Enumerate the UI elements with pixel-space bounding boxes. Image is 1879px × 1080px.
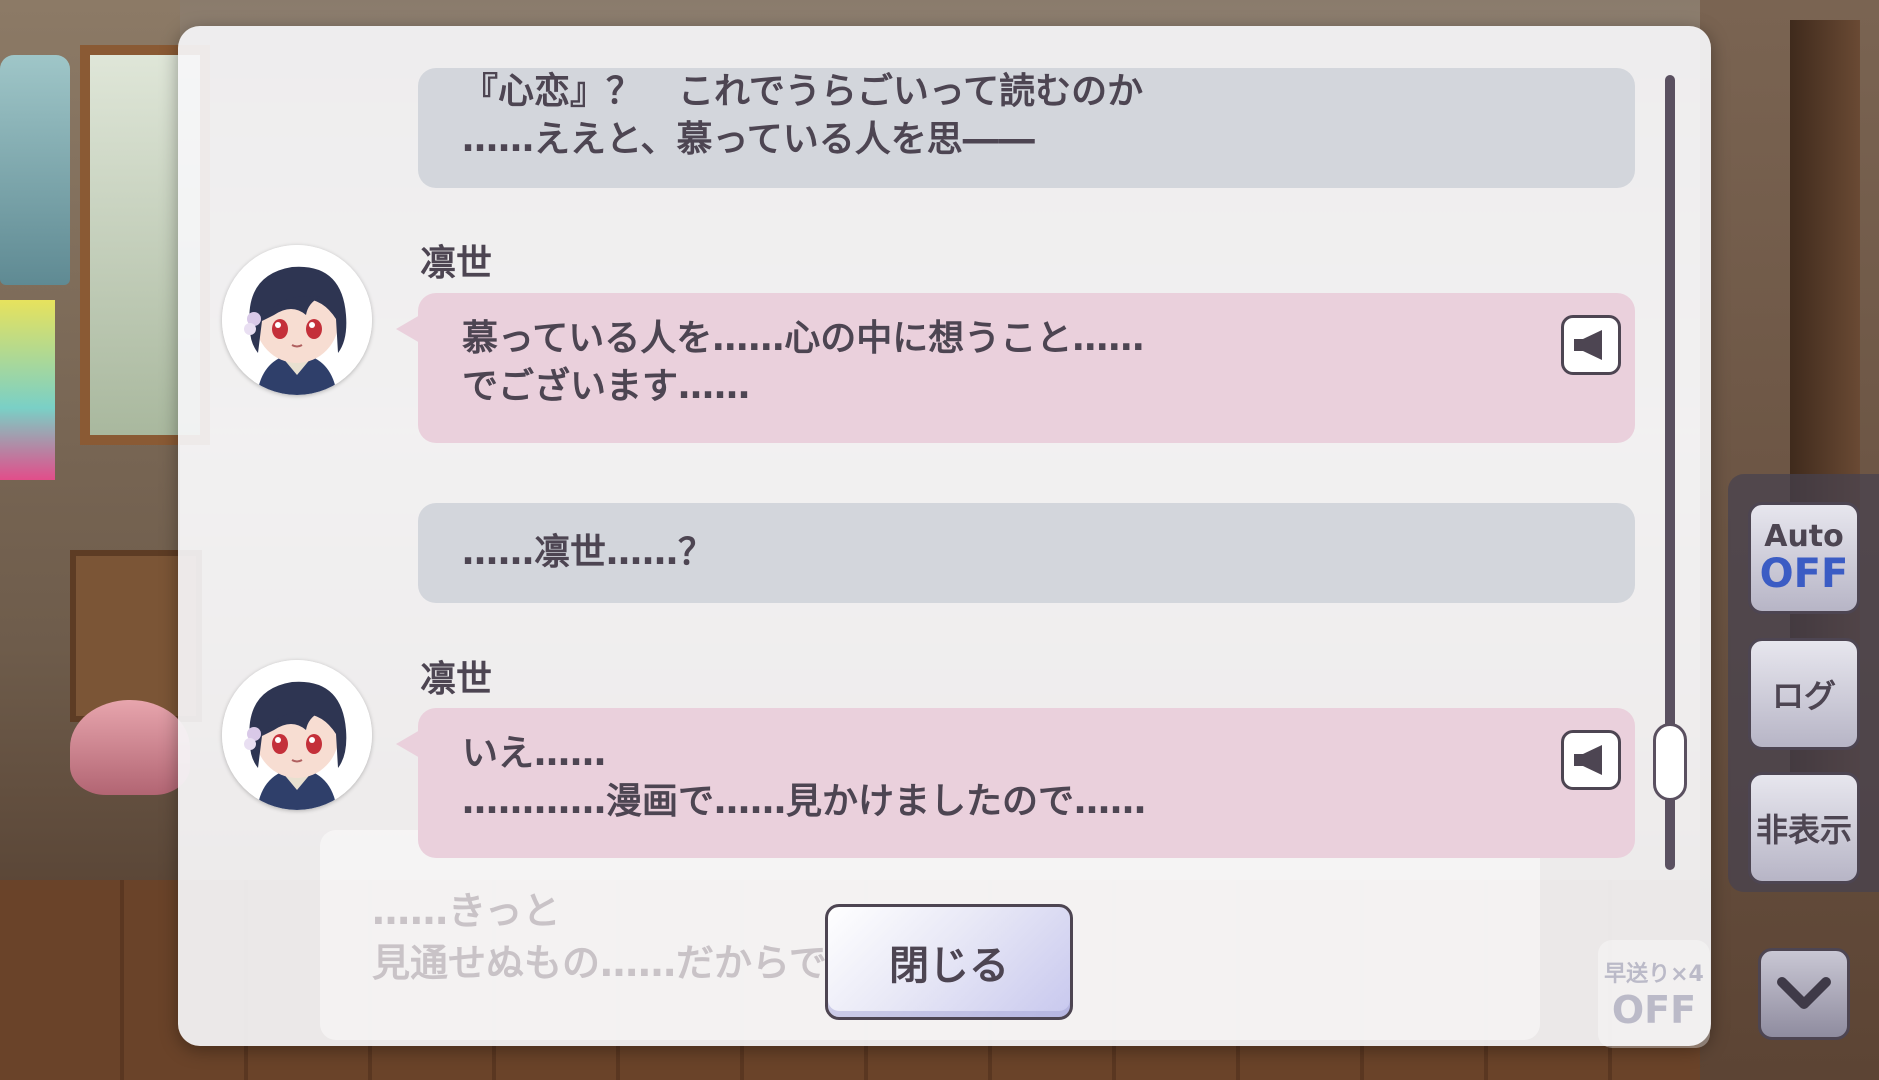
- close-button[interactable]: 閉じる: [825, 904, 1073, 1020]
- dialogue-text-line: でございます……: [462, 366, 751, 407]
- voice-replay-button[interactable]: [1561, 315, 1621, 375]
- narration-text-line: ……ええと、慕っている人を思――: [462, 119, 1035, 160]
- character-avatar: [222, 245, 372, 395]
- log-entry-narration: ……凛世……？: [418, 503, 1635, 603]
- character-avatar: [222, 660, 372, 810]
- log-button-label: ログ: [1771, 677, 1836, 715]
- auto-state: OFF: [1759, 551, 1849, 597]
- log-entry-dialogue: 慕っている人を……心の中に想うこと…… でございます……: [396, 293, 1635, 443]
- speaker-name: 凛世: [420, 243, 493, 284]
- speaker-icon: [1574, 330, 1602, 360]
- chevron-down-icon: [1777, 977, 1831, 1009]
- fast-forward-state: OFF: [1611, 988, 1697, 1032]
- dialogue-text-line: 慕っている人を……心の中に想うこと……: [462, 318, 1145, 359]
- dialogue-text-line: いえ……: [462, 733, 607, 774]
- hide-ui-button[interactable]: 非表示: [1748, 772, 1860, 884]
- hide-ui-button-label: 非表示: [1755, 811, 1852, 849]
- rinze-portrait-icon: [222, 660, 372, 810]
- auto-toggle-button[interactable]: Auto OFF: [1748, 502, 1860, 614]
- log-scrollbar-thumb[interactable]: [1653, 723, 1687, 801]
- log-entry-narration: 『心恋』？ これでうらごいって読むのか ……ええと、慕っている人を思――: [418, 68, 1635, 188]
- auto-label: Auto: [1764, 519, 1844, 554]
- underlying-text-line: 見通せぬもの……だからで: [372, 941, 827, 985]
- speaker-icon: [1574, 745, 1602, 775]
- narration-text-line: 『心恋』？ これでうらごいって読むのか: [462, 71, 1144, 112]
- game-screen: ……きっと 見通せぬもの……だからで 『心恋』？ これでうらごいって読むのか ……: [0, 0, 1879, 1080]
- background-stool: [70, 700, 190, 795]
- fast-forward-button[interactable]: 早送り×4 OFF: [1598, 940, 1710, 1048]
- speech-bubble-tail: [396, 730, 420, 758]
- rinze-portrait-icon: [222, 245, 372, 395]
- dialogue-text-line: …………漫画で……見かけましたので……: [462, 781, 1147, 822]
- speech-bubble-tail: [396, 315, 420, 343]
- underlying-text-line: ……きっと: [372, 889, 561, 933]
- background-jacket: [0, 55, 70, 285]
- voice-replay-button[interactable]: [1561, 730, 1621, 790]
- fast-forward-label: 早送り×4: [1604, 962, 1704, 987]
- collapse-button[interactable]: [1758, 948, 1850, 1040]
- log-button[interactable]: ログ: [1748, 638, 1860, 750]
- log-entry-dialogue: いえ…… …………漫画で……見かけましたので……: [396, 708, 1635, 858]
- narration-text-line: ……凛世……？: [462, 532, 715, 573]
- speaker-name: 凛世: [420, 659, 493, 700]
- background-poster: [0, 300, 55, 480]
